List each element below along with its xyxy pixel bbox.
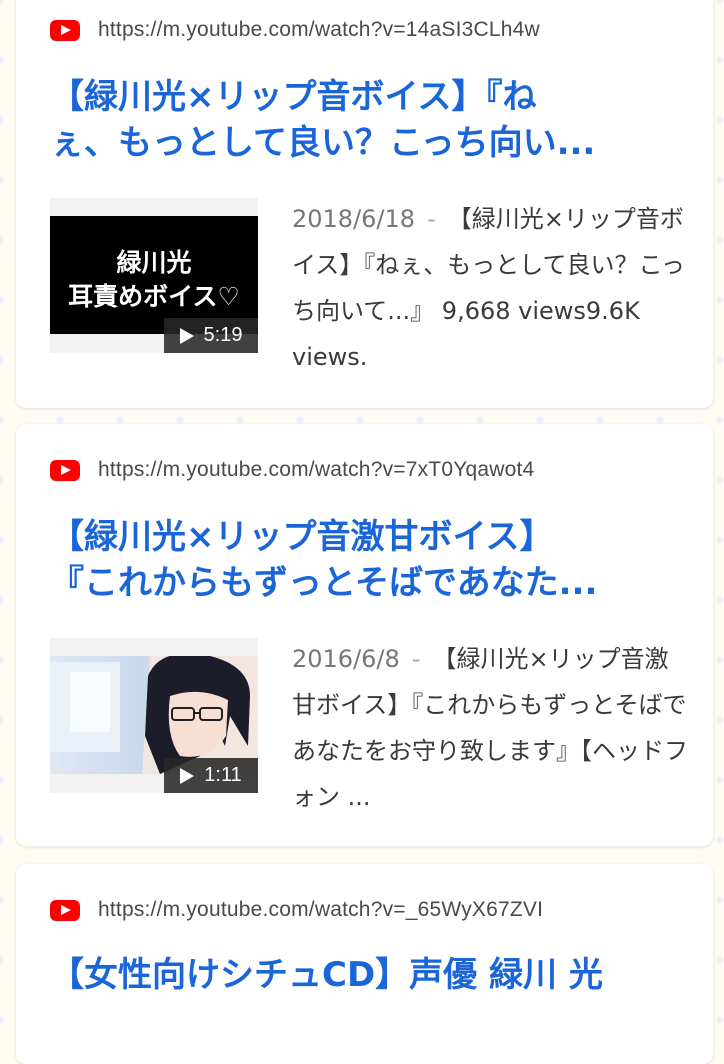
result-title-line: 【女性向けシチュCD】声優 緑川 光 (50, 955, 603, 995)
separator: - (411, 645, 421, 673)
video-thumbnail[interactable]: 1:11 (50, 638, 258, 793)
result-card[interactable]: https://m.youtube.com/watch?v=7xT0Yqawot… (16, 424, 713, 846)
result-title-line: ぇ、もっとして良い？こっち向い... (50, 123, 596, 163)
separator: - (427, 205, 436, 233)
youtube-icon (50, 459, 80, 481)
result-title[interactable]: 【緑川光×リップ音ボイス】『ね ぇ、もっとして良い？こっち向い... (50, 74, 680, 166)
thumbnail-image (50, 653, 258, 774)
result-date: 2016/6/8 (292, 645, 400, 673)
result-date: 2018/6/18 (292, 205, 416, 233)
duration-text: 1:11 (204, 764, 242, 786)
thumbnail-text: 耳責めボイス♡ (68, 282, 240, 311)
thumbnail-text: 緑川光 (116, 248, 192, 277)
result-source: https://m.youtube.com/watch?v=7xT0Yqawot… (50, 455, 534, 485)
duration-badge: 1:11 (164, 758, 258, 793)
result-source: https://m.youtube.com/watch?v=14aSI3CLh4… (50, 15, 540, 45)
thumbnail-image: 緑川光 耳責めボイス♡ (50, 216, 258, 334)
play-icon (179, 327, 194, 344)
result-title-line: 【緑川光×リップ音ボイス】『ね (50, 77, 537, 117)
play-icon (180, 767, 195, 784)
result-title-line: 『これからもずっとそばであなた... (50, 563, 598, 603)
result-url[interactable]: https://m.youtube.com/watch?v=7xT0Yqawot… (98, 458, 534, 482)
video-thumbnail[interactable]: 緑川光 耳責めボイス♡ 5:19 (50, 198, 258, 353)
result-card[interactable]: https://m.youtube.com/watch?v=_65WyX67ZV… (16, 864, 713, 1064)
result-url[interactable]: https://m.youtube.com/watch?v=14aSI3CLh4… (98, 18, 540, 42)
result-title[interactable]: 【女性向けシチュCD】声優 緑川 光 (50, 952, 680, 998)
result-title[interactable]: 【緑川光×リップ音激甘ボイス】 『これからもずっとそばであなた... (50, 514, 680, 606)
youtube-icon (50, 899, 80, 921)
result-source: https://m.youtube.com/watch?v=_65WyX67ZV… (50, 895, 543, 925)
duration-text: 5:19 (203, 324, 243, 346)
duration-badge: 5:19 (164, 318, 258, 353)
result-url[interactable]: https://m.youtube.com/watch?v=_65WyX67ZV… (98, 898, 543, 922)
result-card[interactable]: https://m.youtube.com/watch?v=14aSI3CLh4… (16, 0, 713, 408)
result-snippet: 2016/6/8- 【緑川光×リップ音激甘ボイス】『これからもずっとそばであなたを… (292, 636, 692, 820)
result-snippet: 2018/6/18- 【緑川光×リップ音ボイス】『ねぇ、もっとして良い？こっち向い… (292, 196, 692, 380)
result-title-line: 【緑川光×リップ音激甘ボイス】 (50, 517, 554, 557)
youtube-icon (50, 19, 80, 41)
